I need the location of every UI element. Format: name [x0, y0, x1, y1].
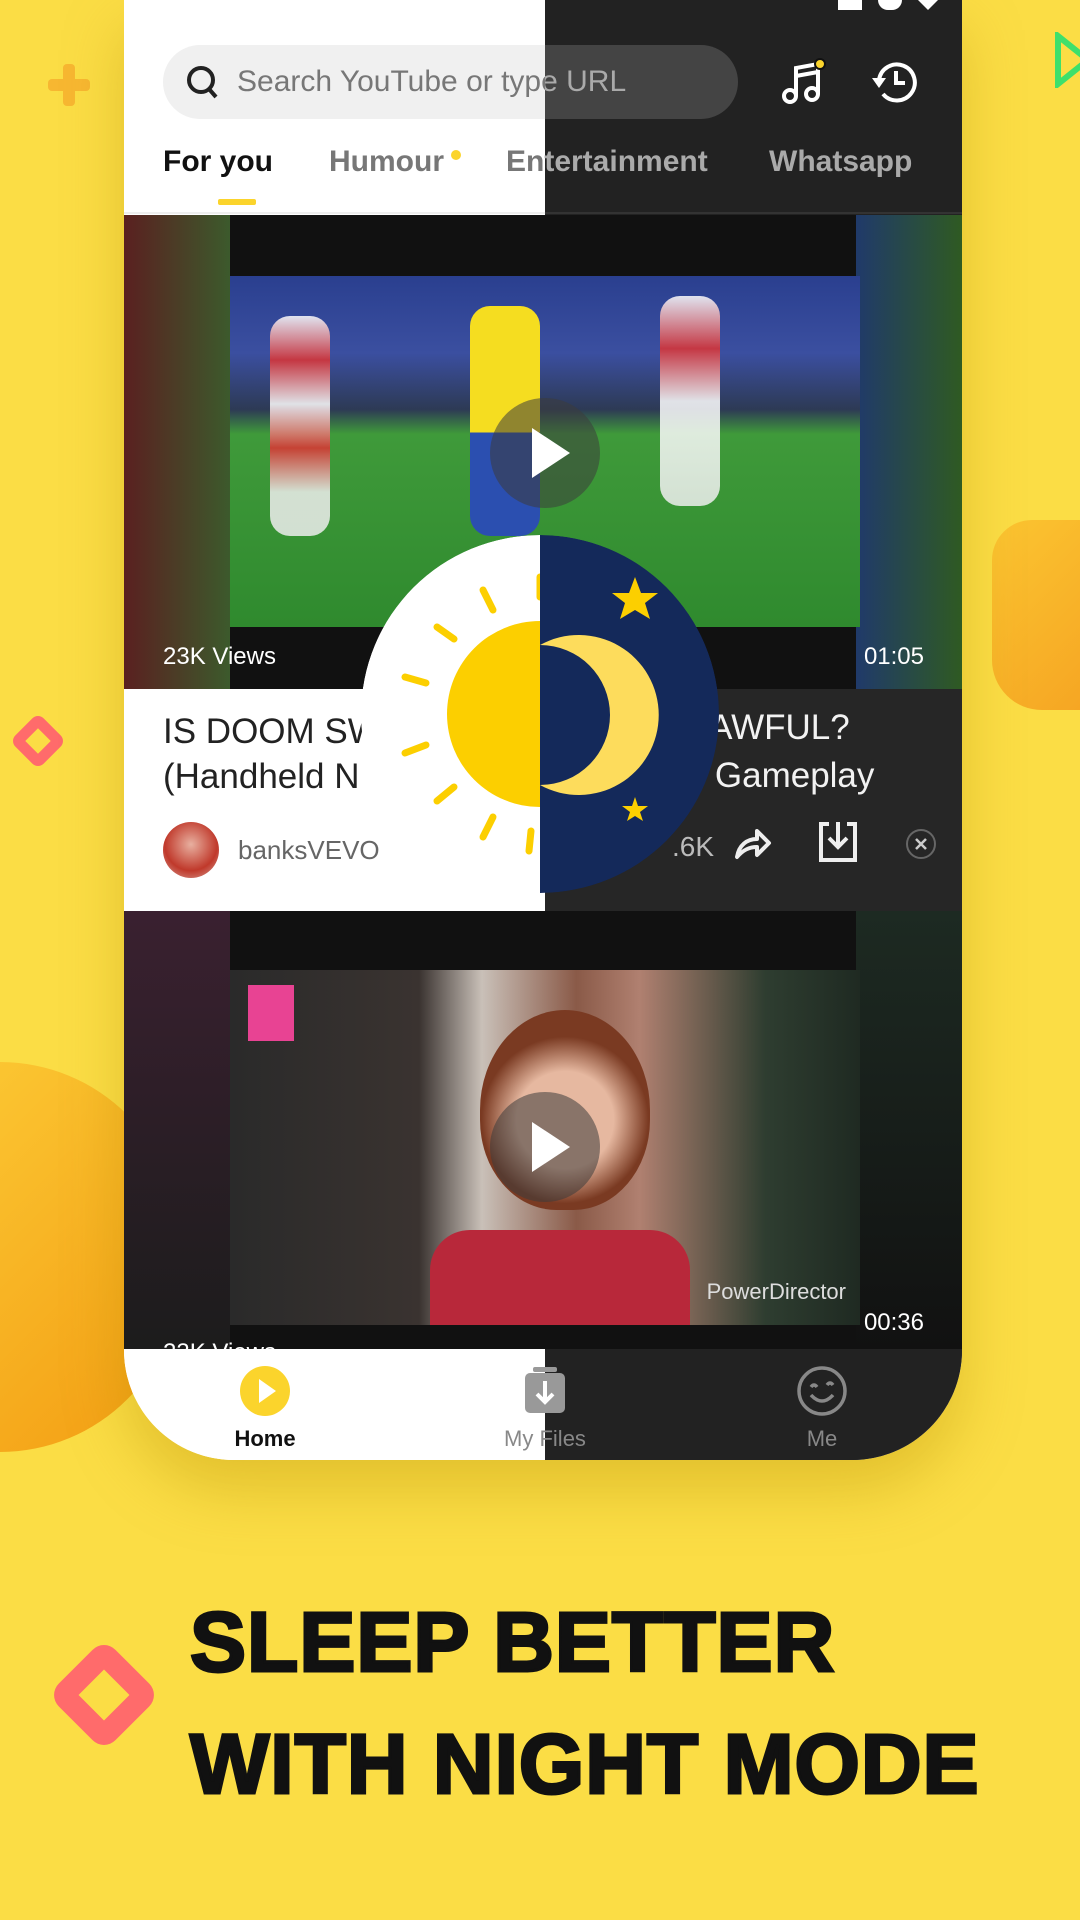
view-count: 23K Views: [163, 1339, 276, 1349]
video-duration: 00:36: [863, 1309, 924, 1336]
share-icon[interactable]: [729, 819, 775, 865]
new-badge: [451, 150, 461, 160]
view-count: 23K Views: [163, 643, 276, 670]
status-bar-icons: [838, 0, 948, 10]
download-icon[interactable]: [815, 816, 861, 866]
channel-avatar[interactable]: [163, 822, 219, 878]
blob-decoration: [992, 520, 1080, 710]
diamond-decoration: [9, 712, 67, 770]
tab-whatsapp[interactable]: Whatsapp: [769, 145, 912, 179]
channel-name[interactable]: banksVEVO: [238, 835, 380, 866]
big-diamond-decoration: [47, 1638, 161, 1752]
close-icon[interactable]: [904, 827, 938, 861]
search-icon: [187, 66, 218, 99]
history-icon[interactable]: [870, 56, 922, 108]
music-icon[interactable]: [778, 56, 830, 108]
smiley-icon: [797, 1366, 847, 1416]
nav-home[interactable]: Home: [185, 1349, 345, 1460]
watermark: PowerDirector: [706, 1279, 846, 1304]
active-tab-indicator: [218, 199, 256, 205]
nav-label: Home: [234, 1426, 296, 1451]
video-title-line-2[interactable]: (Handheld N: [163, 754, 360, 799]
promo-headline-line-2: WITH NIGHT MODE: [189, 1716, 981, 1813]
tab-for-you[interactable]: For you: [163, 145, 273, 179]
video-title-line-1[interactable]: IS DOOM SW: [163, 709, 381, 754]
like-count: .6K: [672, 831, 715, 862]
video-duration: 01:05: [863, 643, 924, 670]
video-title-line-2-end[interactable]: M Gameplay: [676, 753, 874, 798]
tab-humour[interactable]: Humour: [329, 145, 444, 179]
home-play-icon: [240, 1366, 290, 1416]
nav-label: Me: [806, 1426, 838, 1451]
video-title-line-1-end[interactable]: R AWFUL?: [676, 705, 850, 750]
promo-headline-line-1: SLEEP BETTER: [188, 1594, 836, 1691]
plus-decoration: [48, 64, 90, 106]
phone-screen: Search YouTube or type URL For you Humou…: [124, 0, 962, 1460]
triangle-decoration: [1055, 32, 1080, 88]
nav-me[interactable]: Me: [742, 1349, 902, 1460]
